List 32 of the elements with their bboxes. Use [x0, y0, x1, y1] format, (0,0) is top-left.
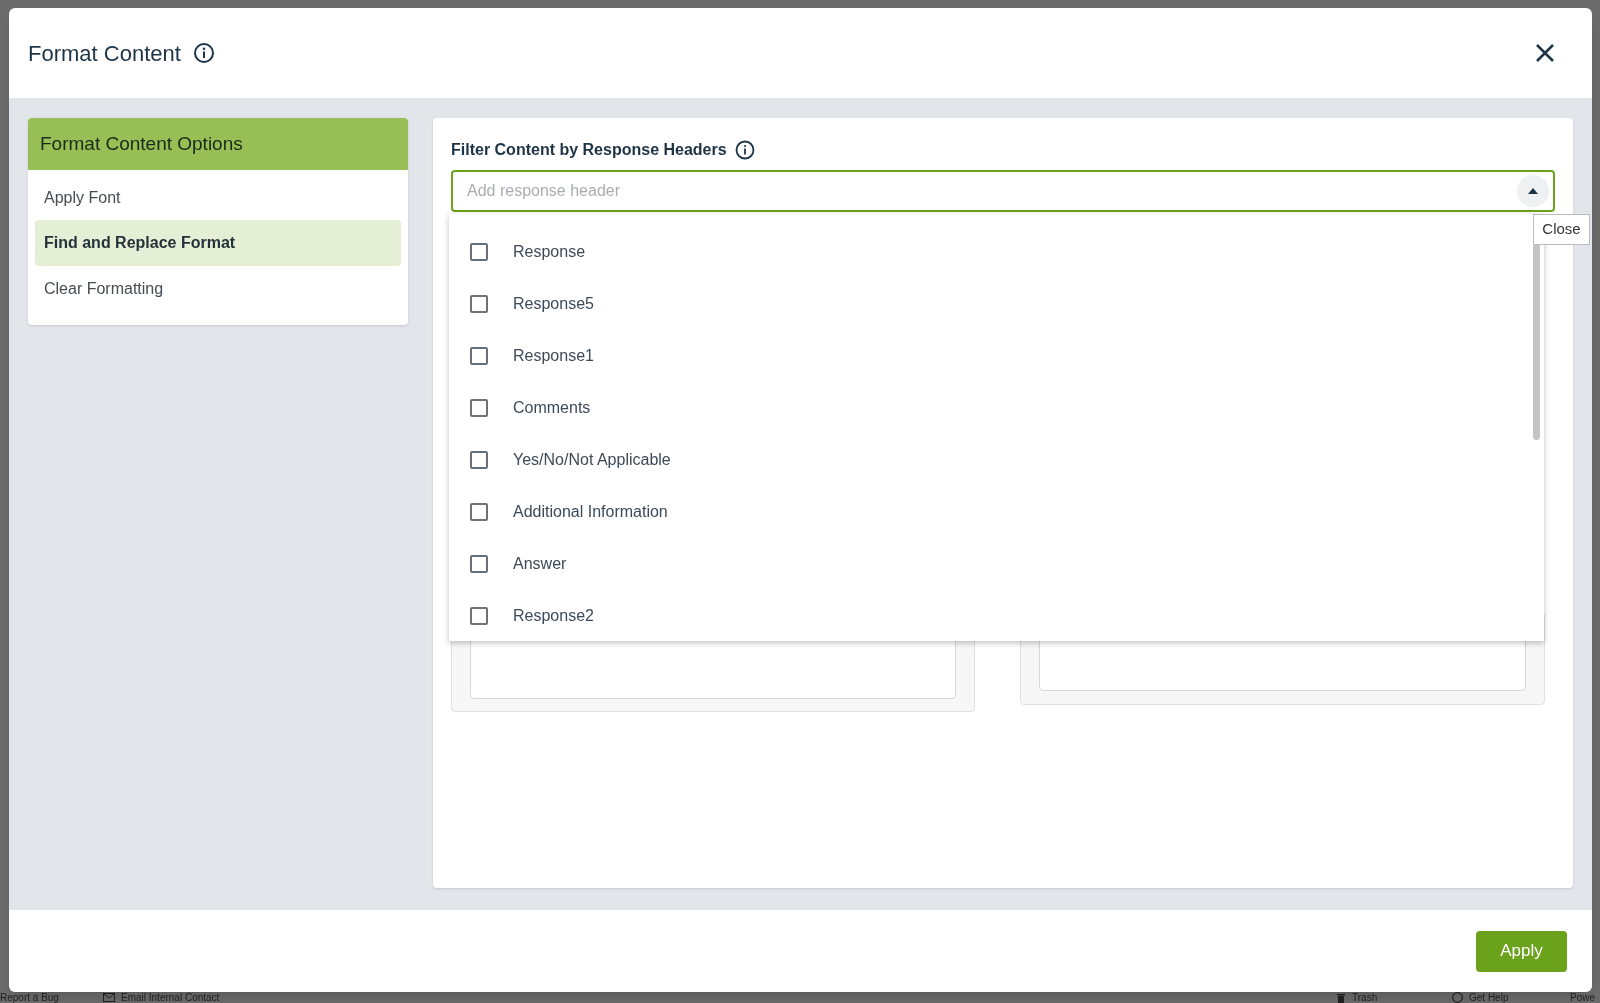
option-label[interactable]: Response5: [513, 292, 594, 316]
option-label[interactable]: Answer: [513, 552, 567, 576]
menu-item[interactable]: Find and Replace Format: [35, 220, 401, 266]
checkbox[interactable]: [470, 347, 488, 365]
filter-label: Filter Content by Response Headers: [451, 140, 727, 160]
menu-item[interactable]: Apply Font: [35, 175, 401, 220]
option-label[interactable]: Response2: [513, 604, 594, 628]
option-label[interactable]: Response: [513, 240, 586, 264]
panel-header: Format Content Options: [28, 118, 408, 170]
option-label[interactable]: Response1: [513, 344, 594, 368]
option-label[interactable]: Comments: [513, 396, 591, 420]
info-icon[interactable]: [192, 42, 215, 64]
checkbox[interactable]: [470, 503, 488, 521]
checkbox[interactable]: [470, 243, 488, 261]
info-icon[interactable]: [734, 140, 755, 160]
close-icon[interactable]: [1535, 43, 1555, 63]
mail-icon: [103, 993, 115, 1002]
menu-item[interactable]: Clear Formatting: [35, 266, 401, 311]
checkbox[interactable]: [470, 607, 488, 625]
checkbox[interactable]: [470, 555, 488, 573]
scrollbar[interactable]: [1533, 244, 1540, 440]
option-label[interactable]: Additional Information: [513, 500, 668, 524]
caret-icon: [1528, 188, 1538, 194]
checkbox[interactable]: [470, 451, 488, 469]
response-header-field[interactable]: Add response header: [451, 170, 1555, 212]
checkbox[interactable]: [470, 295, 488, 313]
dialog-title: Format Content: [28, 39, 181, 68]
checkbox[interactable]: [470, 399, 488, 417]
help-icon: [1452, 992, 1463, 1003]
tooltip: Close: [1533, 214, 1590, 245]
trash-icon: [1336, 992, 1346, 1003]
option-label[interactable]: Yes/No/Not Applicable: [513, 448, 671, 472]
